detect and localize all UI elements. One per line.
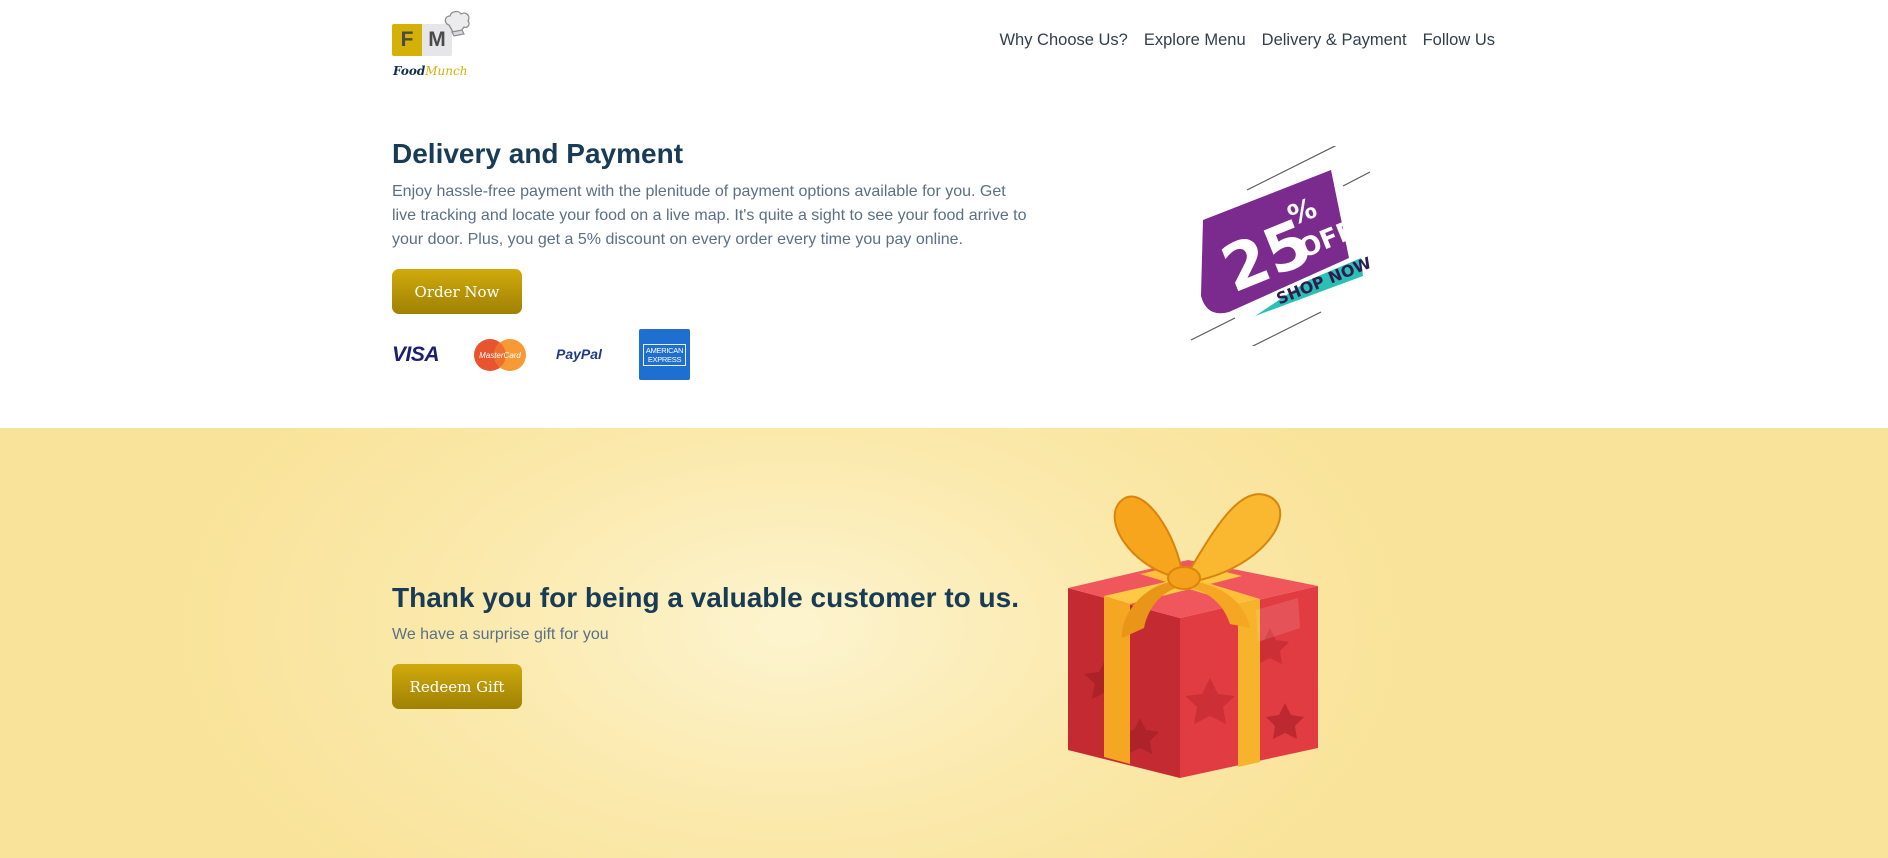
nav-link-follow-us[interactable]: Follow Us xyxy=(1423,31,1495,50)
paypal-logo: PayPal xyxy=(556,346,602,362)
delivery-title: Delivery and Payment xyxy=(392,138,684,169)
gift-subtitle: We have a surprise gift for you xyxy=(392,626,609,643)
nav-link-why-choose-us[interactable]: Why Choose Us? xyxy=(999,31,1127,50)
gift-title: Thank you for being a valuable customer … xyxy=(392,582,1020,613)
delivery-payment-section: Delivery and Payment Enjoy hassle-free p… xyxy=(0,96,1888,428)
order-now-button[interactable]: Order Now xyxy=(392,269,522,314)
foodmunch-logo[interactable]: F M FoodMunch xyxy=(392,10,482,85)
gift-box-image xyxy=(1068,493,1318,778)
delivery-description: Enjoy hassle-free payment with the pleni… xyxy=(392,183,1027,248)
mastercard-logo: MasterCard xyxy=(474,339,526,371)
logo-letter-f: F xyxy=(392,24,422,56)
svg-text:MasterCard: MasterCard xyxy=(479,351,521,360)
chef-hat-icon xyxy=(444,10,470,37)
visa-logo: VISA xyxy=(392,343,440,366)
logo-text-munch: Munch xyxy=(425,64,468,78)
page: F M FoodMunch Why Choose Us? Explore Men… xyxy=(0,0,1888,858)
nav-link-delivery-payment[interactable]: Delivery & Payment xyxy=(1262,31,1407,50)
amex-wordmark: AMERICAN EXPRESS xyxy=(642,343,687,366)
navbar: F M FoodMunch Why Choose Us? Explore Men… xyxy=(0,0,1888,96)
nav-link-explore-menu[interactable]: Explore Menu xyxy=(1144,31,1246,50)
logo-text: FoodMunch xyxy=(393,64,467,78)
logo-text-food: Food xyxy=(393,64,426,78)
amex-logo: AMERICAN EXPRESS xyxy=(639,329,690,380)
discount-badge: 25 % OFF SHOP NOW xyxy=(1190,146,1374,346)
nav-links: Why Choose Us? Explore Menu Delivery & P… xyxy=(999,31,1495,50)
redeem-gift-button[interactable]: Redeem Gift xyxy=(392,664,522,709)
gift-section: Thank you for being a valuable customer … xyxy=(0,428,1888,858)
